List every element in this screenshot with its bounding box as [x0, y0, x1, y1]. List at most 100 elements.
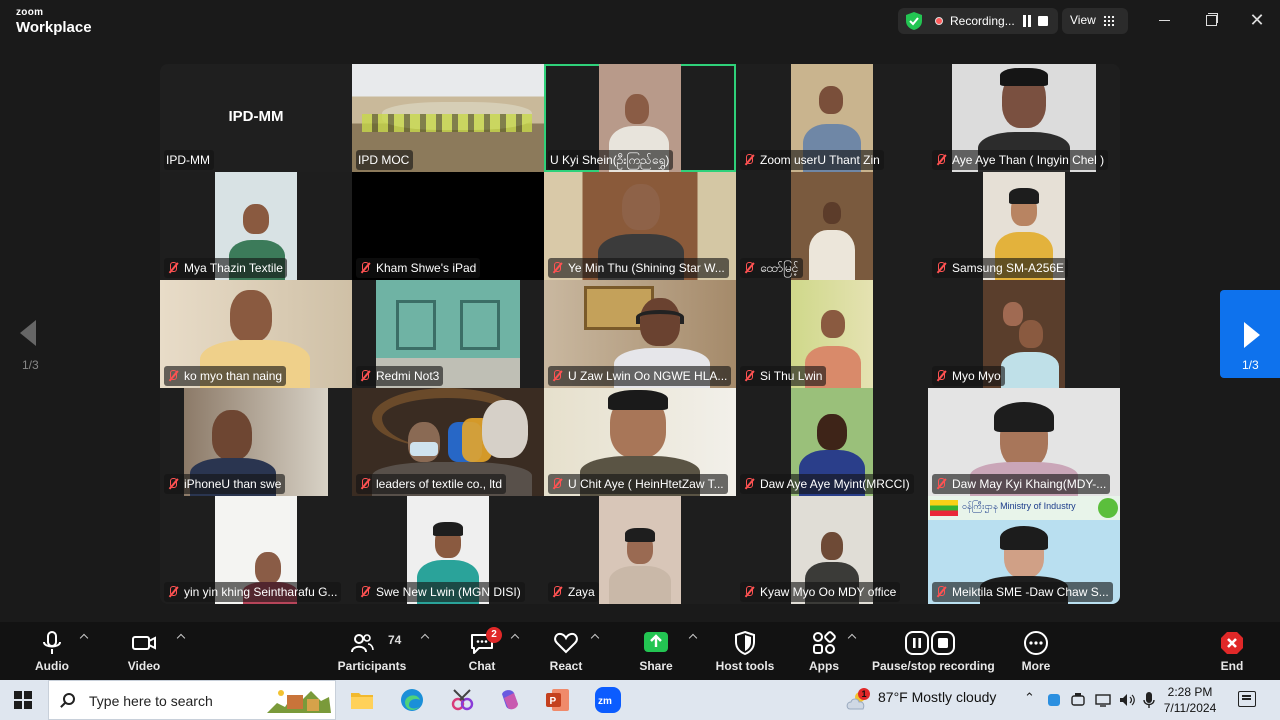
muted-mic-icon	[742, 261, 756, 275]
next-page-button[interactable]: 1/3	[1220, 290, 1280, 378]
chat-unread-badge: 2	[486, 627, 502, 643]
video-tile[interactable]: ထော်မြင့်	[736, 172, 928, 280]
video-tile[interactable]: Aye Aye Than ( Ingyin Chel )	[928, 64, 1120, 172]
video-feed	[599, 496, 681, 604]
host-tools-button[interactable]: Host tools	[714, 628, 776, 676]
view-button[interactable]: View	[1062, 8, 1128, 34]
video-tile[interactable]: IPD-MM IPD-MM	[160, 64, 352, 172]
powerpoint-icon[interactable]: P	[542, 684, 574, 716]
participant-name: Zoom userU Thant Zin	[740, 150, 884, 170]
chat-button[interactable]: 2 Chat	[458, 627, 506, 676]
chat-options-chevron-icon[interactable]	[510, 632, 520, 642]
participant-name: Mya Thazin Textile	[164, 258, 287, 278]
participant-name: IPD-MM	[164, 150, 214, 170]
audio-options-chevron-icon[interactable]	[79, 632, 89, 642]
video-tile-active-speaker[interactable]: U Kyi Shein(ဦးကြည်ရွှေ)	[544, 64, 736, 172]
video-tile[interactable]: yin yin khing Seintharafu G...	[160, 496, 352, 604]
participant-name: Daw May Kyi Khaing(MDY-...	[932, 474, 1111, 494]
windows-start-icon[interactable]	[14, 691, 32, 709]
meeting-tray-icon[interactable]	[1070, 692, 1086, 708]
react-button[interactable]: React	[542, 628, 590, 676]
volume-icon[interactable]	[1118, 692, 1136, 708]
apps-label: Apps	[809, 659, 839, 673]
video-tile[interactable]: Samsung SM-A256E	[928, 172, 1120, 280]
video-tile[interactable]: IPD MOC	[352, 64, 544, 172]
clock-time: 2:28 PM	[1167, 685, 1213, 699]
video-tile[interactable]: ဝန်ကြီးဌာန Ministry of Industry Meiktila…	[928, 496, 1120, 604]
muted-mic-icon	[934, 477, 948, 491]
restore-button[interactable]	[1199, 10, 1223, 32]
end-meeting-button[interactable]: End	[1208, 628, 1256, 676]
share-screen-button[interactable]: Share	[632, 628, 680, 676]
video-tile[interactable]: Daw Aye Aye Myint(MRCCI)	[736, 388, 928, 496]
share-options-chevron-icon[interactable]	[688, 632, 698, 642]
video-tile[interactable]: Mya Thazin Textile	[160, 172, 352, 280]
video-tile[interactable]: Daw May Kyi Khaing(MDY-...	[928, 388, 1120, 496]
muted-mic-icon	[934, 369, 948, 383]
video-tile[interactable]: leaders of textile co., ltd	[352, 388, 544, 496]
edge-browser-icon[interactable]	[396, 684, 428, 716]
video-tile[interactable]: ko myo than naing	[160, 280, 352, 388]
shield-icon	[735, 630, 755, 656]
search-placeholder: Type here to search	[89, 693, 213, 709]
network-icon[interactable]	[1094, 692, 1112, 708]
react-options-chevron-icon[interactable]	[590, 632, 600, 642]
participants-button[interactable]: 74 Participants	[336, 628, 408, 676]
file-explorer-icon[interactable]	[346, 684, 378, 716]
audio-button[interactable]: Audio	[28, 628, 76, 676]
search-highlight-illustration-icon	[267, 690, 331, 713]
recording-indicator[interactable]: Recording...	[898, 8, 1058, 34]
muted-mic-icon	[934, 585, 948, 599]
video-tile[interactable]: U Chit Aye ( HeinHtetZaw T...	[544, 388, 736, 496]
video-tile[interactable]: Zoom userU Thant Zin	[736, 64, 928, 172]
muted-mic-icon	[742, 585, 756, 599]
video-tile[interactable]: Myo Myo	[928, 280, 1120, 388]
pause-stop-recording-button[interactable]: Pause/stop recording	[872, 628, 995, 676]
video-tile[interactable]: Kham Shwe's iPad	[352, 172, 544, 280]
participants-options-chevron-icon[interactable]	[420, 632, 430, 642]
chevron-up-icon[interactable]: ⌃	[1024, 690, 1035, 706]
pause-icon[interactable]	[1022, 15, 1032, 27]
recording-dot-icon	[935, 17, 943, 25]
video-tile[interactable]: Zaya	[544, 496, 736, 604]
zoom-app-icon[interactable]: zm	[592, 684, 624, 716]
brand-line-2: Workplace	[16, 19, 92, 36]
apps-icon	[813, 631, 836, 654]
video-options-chevron-icon[interactable]	[176, 632, 186, 642]
previous-page-button[interactable]: 1/3	[0, 290, 58, 378]
stop-icon[interactable]	[1038, 16, 1048, 26]
tray-app-icon[interactable]	[1046, 692, 1062, 708]
svg-text:zm: zm	[598, 696, 612, 707]
react-label: React	[549, 659, 583, 673]
video-tile[interactable]: Redmi Not3	[352, 280, 544, 388]
notification-center-icon[interactable]	[1238, 691, 1256, 707]
system-clock[interactable]: 2:28 PM 7/11/2024	[1160, 684, 1220, 716]
share-label: Share	[639, 659, 673, 673]
taskbar-search-box[interactable]: Type here to search	[48, 680, 336, 720]
more-label: More	[1021, 659, 1051, 673]
copilot-icon[interactable]	[494, 684, 526, 716]
close-button[interactable]: ✕	[1245, 10, 1269, 32]
video-button[interactable]: Video	[120, 628, 168, 676]
participant-name: IPD MOC	[356, 150, 414, 170]
participant-name: U Kyi Shein(ဦးကြည်ရွှေ)	[548, 150, 674, 170]
apps-options-chevron-icon[interactable]	[847, 632, 857, 642]
myanmar-flag-icon	[930, 500, 958, 516]
video-tile[interactable]: Kyaw Myo Oo MDY office	[736, 496, 928, 604]
weather-text[interactable]: 87°F Mostly cloudy	[878, 689, 996, 705]
more-button[interactable]: More	[1012, 628, 1060, 676]
video-tile[interactable]: iPhoneU than swe	[160, 388, 352, 496]
video-tile[interactable]: Si Thu Lwin	[736, 280, 928, 388]
snipping-tool-icon[interactable]	[446, 684, 478, 716]
microphone-in-use-icon[interactable]	[1142, 691, 1156, 709]
video-tile[interactable]: U Zaw Lwin Oo NGWE HLA...	[544, 280, 736, 388]
participant-name: Zaya	[548, 582, 599, 602]
clock-date: 7/11/2024	[1163, 701, 1217, 715]
minimize-button[interactable]	[1153, 10, 1177, 32]
meeting-toolbar: Audio Video 74 Participants 2 Chat React…	[0, 622, 1280, 680]
heart-icon	[554, 632, 578, 654]
apps-button[interactable]: Apps	[800, 628, 848, 676]
participant-name: yin yin khing Seintharafu G...	[164, 582, 342, 602]
video-tile[interactable]: Swe New Lwin (MGN DISI)	[352, 496, 544, 604]
video-tile[interactable]: Ye Min Thu (Shining Star W...	[544, 172, 736, 280]
